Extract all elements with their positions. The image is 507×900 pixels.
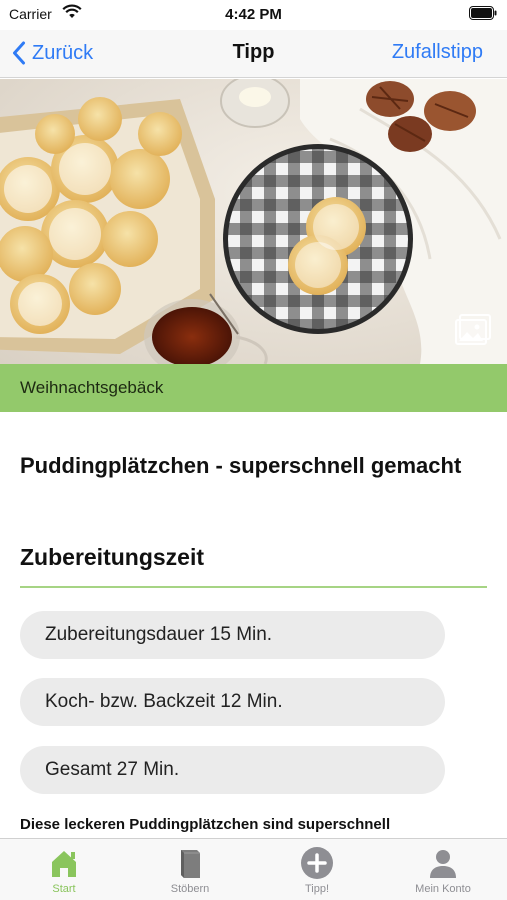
total-time-label: Gesamt 27 Min. (45, 759, 180, 780)
cook-time-label: Koch- bzw. Backzeit 12 Min. (45, 691, 283, 712)
navigation-bar: Zurück Tipp Zufallstipp (0, 30, 507, 78)
section-heading-prep-time: Zubereitungszeit (20, 544, 205, 570)
tab-account-label: Mein Konto (415, 883, 471, 895)
recipe-title: Puddingplätzchen - superschnell gemacht (20, 453, 462, 478)
prep-duration-pill: Zubereitungsdauer 15 Min. (20, 611, 445, 659)
recipe-hero-image[interactable] (0, 79, 507, 364)
section-divider (20, 586, 487, 588)
gallery-icon[interactable] (455, 314, 491, 346)
prep-duration-label: Zubereitungsdauer 15 Min. (45, 624, 273, 645)
chevron-left-icon (13, 41, 25, 65)
total-time-pill: Gesamt 27 Min. (20, 746, 445, 794)
tab-browse[interactable]: Stöbern (127, 839, 253, 900)
tab-account[interactable]: Mein Konto (380, 839, 506, 900)
tab-tip-label: Tipp! (304, 883, 330, 895)
back-button[interactable]: Zurück (12, 30, 93, 76)
tab-start-label: Start (52, 883, 76, 895)
status-bar: Carrier 4:42 PM (0, 0, 507, 30)
back-label: Zurück (32, 41, 94, 64)
battery-icon (469, 6, 497, 25)
person-icon (430, 850, 456, 878)
tab-bar: Start Stöbern Tipp! Mein Konto (0, 838, 507, 900)
random-tip-button[interactable]: Zufallstipp (392, 41, 483, 64)
tab-tip[interactable]: Tipp! (254, 839, 380, 900)
category-label: Weihnachtsgebäck (20, 378, 164, 397)
book-icon (181, 850, 200, 878)
status-time: 4:42 PM (225, 6, 282, 23)
category-banner: Weihnachtsgebäck (0, 364, 507, 412)
home-icon (52, 851, 76, 877)
tab-start[interactable]: Start (1, 839, 127, 900)
plus-circle-icon (301, 847, 333, 879)
cook-time-pill: Koch- bzw. Backzeit 12 Min. (20, 678, 445, 726)
tab-browse-label: Stöbern (170, 883, 210, 895)
recipe-description: Diese leckeren Puddingplätzchen sind sup… (20, 816, 391, 833)
